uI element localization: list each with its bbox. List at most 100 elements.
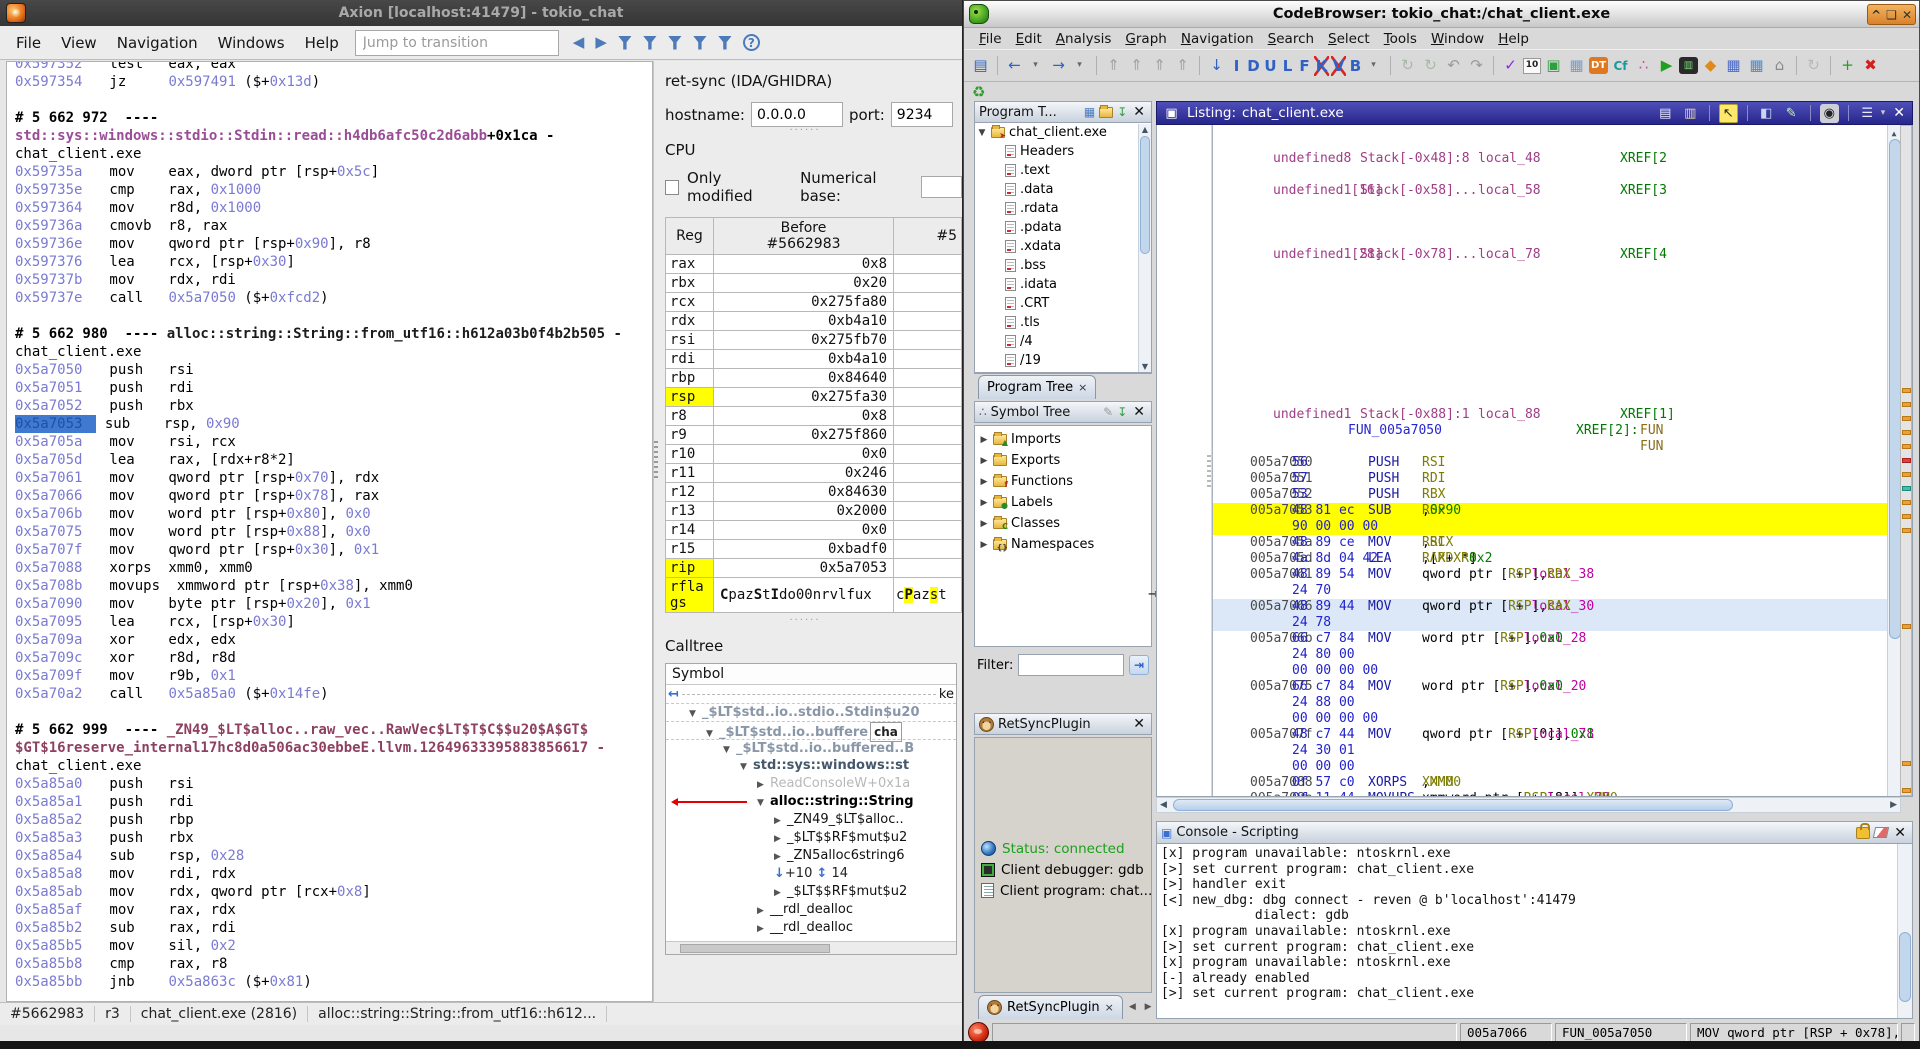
tab-close-icon[interactable]: ×: [1078, 381, 1087, 394]
calltree-item[interactable]: ▶_ZN5alloc6string6: [666, 847, 956, 865]
nav-forward-icon[interactable]: ▶: [595, 35, 607, 50]
help-icon[interactable]: ?: [743, 34, 760, 51]
calltree-item[interactable]: ▶__rdl_dealloc: [666, 919, 956, 937]
chevron-right-icon[interactable]: ▶: [979, 498, 989, 508]
disasm-line[interactable]: 0x59735a mov eax, dword ptr [rsp+0x5c]: [7, 163, 652, 181]
axion-titlebar[interactable]: Axion [localhost:41479] - tokio_chat: [0, 0, 962, 26]
disasm-line[interactable]: 0x5a85bb jnb 0x5a863c ($+0x81): [7, 973, 652, 991]
menu-graph[interactable]: Graph: [1118, 29, 1173, 49]
filter-icon[interactable]: ↧: [1117, 106, 1127, 118]
mark-as-d-icon[interactable]: D: [1246, 56, 1261, 76]
scroll-left-icon[interactable]: ◀: [1160, 800, 1167, 810]
overview-marker[interactable]: [1902, 788, 1911, 793]
chevron-right-icon[interactable]: ▶: [757, 920, 770, 938]
ghidra-titlebar[interactable]: CodeBrowser: tokio_chat:/chat_client.exe…: [964, 1, 1919, 28]
disassemble-icon[interactable]: ↓: [1206, 55, 1227, 76]
open-folder-icon[interactable]: [1099, 107, 1113, 118]
register-row[interactable]: rdx0xb4a10: [666, 312, 962, 331]
back-dropdown-icon[interactable]: ▾: [1025, 55, 1046, 76]
diamond-icon[interactable]: ◆: [1700, 55, 1721, 76]
cursor-tool-icon[interactable]: ↖: [1719, 104, 1738, 123]
calltree-return-row[interactable]: ↤ke: [666, 685, 956, 703]
out-function-icon[interactable]: ⇑: [1149, 55, 1170, 76]
disasm-line[interactable]: 0x5a7066 mov qword ptr [rsp+0x78], rax: [7, 487, 652, 505]
listing-variable-row[interactable]: undefined1[28]Stack[-0x78]...local_78XRE…: [1213, 247, 1887, 263]
register-row[interactable]: rdi0xb4a10: [666, 350, 962, 369]
listing-header[interactable]: ▣ Listing: chat_client.exe ▤ ▥ ↖ ◧ ✎ ◉ ☰…: [1156, 101, 1913, 125]
program-tree-scrollbar[interactable]: ▲ ▼: [1138, 124, 1151, 372]
restore-button[interactable]: ❏: [1886, 9, 1897, 21]
snapshot-camera-icon[interactable]: ◉: [1820, 104, 1839, 123]
register-row[interactable]: rsi0x275fb70: [666, 331, 962, 350]
listing-display-icon[interactable]: ☰: [1858, 104, 1877, 123]
menu-edit[interactable]: Edit: [1009, 29, 1049, 49]
overview-marker[interactable]: [1902, 624, 1911, 629]
disasm-line[interactable]: 0x59736a cmovb r8, rax: [7, 217, 652, 235]
tree-item-section[interactable]: .tls: [975, 313, 1151, 332]
binary-view-icon[interactable]: 10: [1523, 58, 1541, 74]
save-icon[interactable]: ▤: [970, 55, 991, 76]
menu-windows[interactable]: Windows: [208, 29, 295, 57]
menu-navigation[interactable]: Navigation: [1174, 29, 1261, 49]
disasm-line[interactable]: 0x5a85b8 cmp rax, r8: [7, 955, 652, 973]
menu-navigation[interactable]: Navigation: [107, 29, 208, 57]
register-row[interactable]: r120x84630: [666, 483, 962, 502]
disasm-line[interactable]: 0x59736e mov qword ptr [rsp+0x90], r8: [7, 235, 652, 253]
scroll-up-icon[interactable]: ▲: [1139, 125, 1151, 134]
calltree-item[interactable]: ↓+10 ↕ 14: [666, 865, 956, 883]
listing-variable-row[interactable]: undefined8Stack[-0x48]:8local_48XREF[2: [1213, 151, 1887, 167]
console-body[interactable]: [x] program unavailable: ntoskrnl.exe[>]…: [1156, 844, 1913, 1019]
scroll-lock-icon[interactable]: [1856, 827, 1870, 839]
listing-instruction-row[interactable]: 005a705348 81 ec90 00 00 00SUBRSP,0x90: [1213, 503, 1887, 535]
tree-item-functions[interactable]: ▶fFunctions: [975, 471, 1151, 492]
menu-analysis[interactable]: Analysis: [1049, 29, 1119, 49]
redo-icon[interactable]: ↷: [1466, 55, 1487, 76]
in-module-icon[interactable]: ⇑: [1126, 55, 1147, 76]
disasm-line[interactable]: 0x5a85a8 mov rdi, rdx: [7, 865, 652, 883]
disasm-line[interactable]: 0x597354 jz 0x597491 ($+0x13d): [7, 73, 652, 91]
forward-dropdown-icon[interactable]: ▾: [1069, 55, 1090, 76]
clear-console-icon[interactable]: [1873, 827, 1889, 838]
chevron-right-icon[interactable]: ▶: [774, 830, 787, 848]
disasm-line[interactable]: 0x5a85a3 push rbx: [7, 829, 652, 847]
tree-item-section[interactable]: /19: [975, 351, 1151, 370]
disasm-line[interactable]: 0x5a85b2 sub rax, rdi: [7, 919, 652, 937]
edit-listing-icon[interactable]: ✎: [1782, 104, 1801, 123]
chevron-right-icon[interactable]: ▶: [774, 884, 787, 902]
tree-item-section[interactable]: .rdata: [975, 199, 1151, 218]
splitter-dots[interactable]: ······: [665, 127, 945, 137]
validate-icon[interactable]: ✓: [1500, 55, 1521, 76]
calltree-item[interactable]: ▼_$LT$std..io..buffered..B: [666, 739, 956, 757]
disasm-line[interactable]: 0x5a708b movups xmmword ptr [rsp+0x38], …: [7, 577, 652, 595]
diff-view-icon[interactable]: ◧: [1757, 104, 1776, 123]
refresh-icon[interactable]: ♻: [972, 83, 985, 101]
tree-item-section[interactable]: .pdata: [975, 218, 1151, 237]
tree-item-section[interactable]: .xdata: [975, 237, 1151, 256]
disasm-line[interactable]: 0x5a705d lea rax, [rdx+r8*2]: [7, 451, 652, 469]
disasm-line[interactable]: 0x5a85a0 push rsi: [7, 775, 652, 793]
listing-variable-row[interactable]: undefined1[16]Stack[-0x58]...local_58XRE…: [1213, 183, 1887, 199]
overview-marker[interactable]: [1902, 514, 1911, 519]
calltree-item[interactable]: ▼_$LT$std..io..bufferecha: [666, 721, 956, 739]
overview-marker[interactable]: [1902, 430, 1911, 435]
disasm-line[interactable]: 0x5a85a2 push rbp: [7, 811, 652, 829]
copy-icon[interactable]: ▤: [1656, 104, 1675, 123]
chevron-right-icon[interactable]: ▶: [774, 848, 787, 866]
filter-icon[interactable]: [643, 36, 657, 50]
tree-item-section[interactable]: .bss: [975, 256, 1151, 275]
table-export-icon[interactable]: ▦: [1746, 55, 1767, 76]
filter-icon[interactable]: ↧: [1117, 406, 1127, 418]
menu-tools[interactable]: Tools: [1377, 29, 1424, 49]
disasm-line[interactable]: 0x5a7051 push rdi: [7, 379, 652, 397]
only-modified-checkbox[interactable]: [665, 180, 679, 195]
undo-icon[interactable]: ↶: [1443, 55, 1464, 76]
disasm-line[interactable]: 0x5a7090 mov byte ptr [rsp+0x20], 0x1: [7, 595, 652, 613]
tree-item-section[interactable]: .data: [975, 180, 1151, 199]
overview-marker[interactable]: [1902, 402, 1911, 407]
tree-item-exports[interactable]: ▶Exports: [975, 450, 1151, 471]
minimize-button[interactable]: ^: [1871, 9, 1881, 21]
disasm-line[interactable]: 0x5a85b5 mov sil, 0x2: [7, 937, 652, 955]
tab-scroll-icons[interactable]: ◀ ▶: [1129, 1002, 1155, 1012]
disasm-line[interactable]: 0x59735e cmp rax, 0x1000: [7, 181, 652, 199]
hostname-input[interactable]: [751, 102, 843, 127]
